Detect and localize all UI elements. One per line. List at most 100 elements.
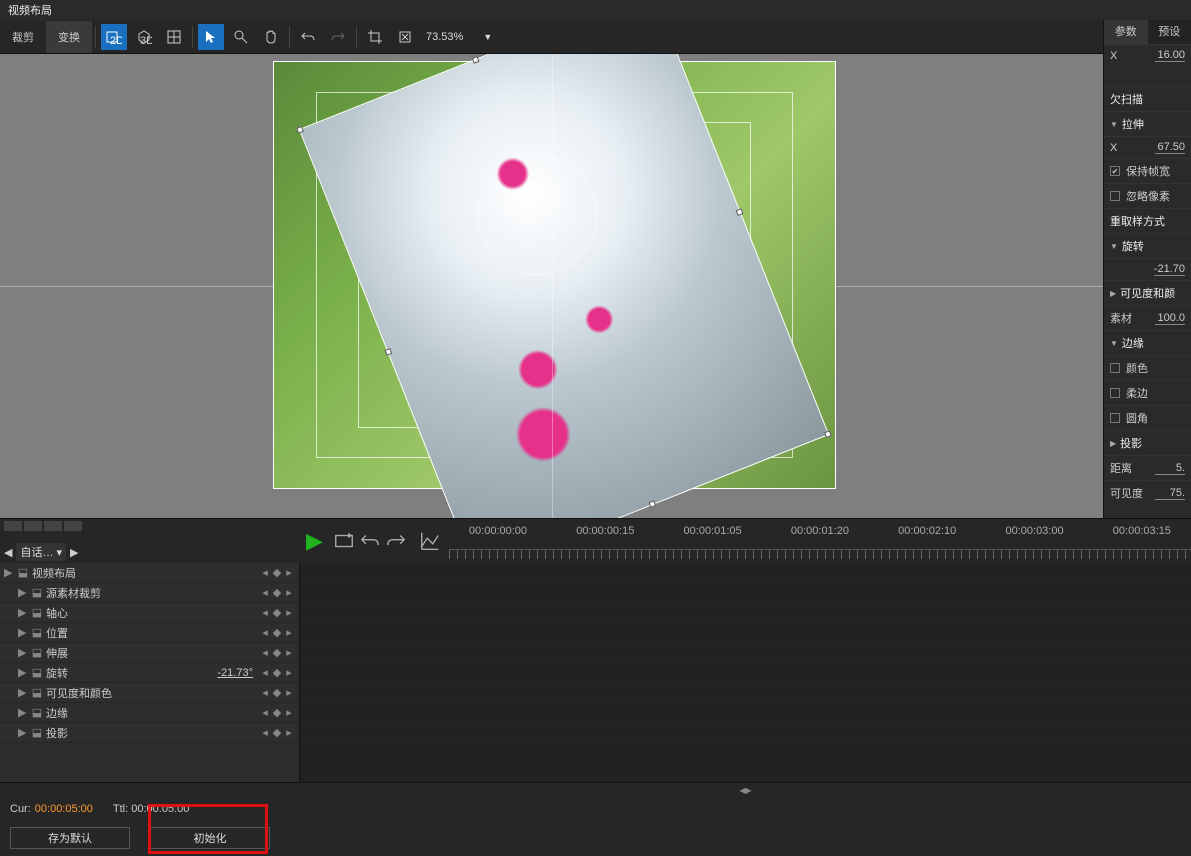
prop-edge-round[interactable]: 圆角 [1104, 405, 1191, 430]
expand-icon[interactable]: ▶ [18, 726, 30, 739]
add-kf[interactable]: ◆ [271, 666, 283, 679]
prev-kf[interactable]: ◂ [259, 666, 271, 679]
prev-kf[interactable]: ◂ [259, 566, 271, 579]
resize-handle[interactable] [648, 500, 656, 508]
next-kf[interactable]: ▸ [283, 726, 295, 739]
zoom-tool[interactable] [228, 24, 254, 50]
prev-kf[interactable]: ◂ [259, 646, 271, 659]
value-rotation[interactable]: -21.70 [1154, 263, 1185, 276]
expand-icon[interactable]: ▶ [18, 706, 30, 719]
track-lane[interactable] [300, 623, 1191, 643]
delete-button[interactable] [392, 24, 418, 50]
loop-button[interactable] [333, 530, 355, 552]
cur-time[interactable]: 00:00:05:00 [35, 803, 93, 815]
crop-icon-button[interactable] [362, 24, 388, 50]
expand-icon[interactable]: ▶ [18, 646, 30, 659]
track-header[interactable]: ▶⬓视频布局◂◆▸ [0, 563, 299, 583]
tab-presets[interactable]: 预设 [1148, 20, 1191, 44]
keyframe-icon[interactable]: ⬓ [30, 626, 44, 639]
keyframe-icon[interactable]: ⬓ [30, 686, 44, 699]
checkbox-icon[interactable] [1110, 363, 1120, 373]
resize-handle[interactable] [472, 56, 480, 64]
keyframe-icon[interactable]: ⬓ [30, 606, 44, 619]
track-lane[interactable] [300, 603, 1191, 623]
section-stretch[interactable]: ▼拉伸 [1104, 111, 1191, 136]
section-edge[interactable]: ▼边缘 [1104, 330, 1191, 355]
track-value[interactable]: -21.73° [217, 667, 259, 679]
ttl-time[interactable]: 00:00:05:00 [131, 803, 189, 815]
track-header[interactable]: ▶⬓轴心◂◆▸ [0, 603, 299, 623]
checkbox-icon[interactable] [1110, 166, 1120, 176]
track-header[interactable]: ▶⬓伸展◂◆▸ [0, 643, 299, 663]
prev-kf[interactable]: ◂ [259, 686, 271, 699]
undo-button[interactable] [295, 24, 321, 50]
mode-2d-button[interactable]: 2D [101, 24, 127, 50]
next-kf[interactable]: ▸ [283, 666, 295, 679]
mode-dropdown[interactable]: 自话… ▾ [16, 543, 66, 561]
value-x[interactable]: 16.00 [1155, 49, 1185, 62]
track-lane[interactable] [300, 683, 1191, 703]
section-visibility[interactable]: ▶可见度和颜 [1104, 280, 1191, 305]
checkbox-icon[interactable] [1110, 413, 1120, 423]
prev-kf[interactable]: ◂ [259, 706, 271, 719]
zoom-display[interactable]: 73.53%▼ [426, 31, 492, 43]
redo-button[interactable] [325, 24, 351, 50]
value-stretch-x[interactable]: 67.50 [1155, 141, 1185, 154]
prev-button[interactable]: ◀ [4, 546, 12, 559]
add-kf[interactable]: ◆ [271, 646, 283, 659]
expand-icon[interactable]: ▶ [18, 666, 30, 679]
section-rotation[interactable]: ▼旋转 [1104, 233, 1191, 258]
prev-kf[interactable]: ◂ [259, 726, 271, 739]
save-default-button[interactable]: 存为默认 [10, 827, 130, 849]
next-kf[interactable]: ▸ [283, 646, 295, 659]
reset-button[interactable]: 初始化 [150, 827, 270, 849]
time-ruler[interactable]: 00:00:00:0000:00:00:1500:00:01:0500:00:0… [449, 519, 1191, 563]
expand-icon[interactable]: ▶ [18, 586, 30, 599]
add-kf[interactable]: ◆ [271, 586, 283, 599]
track-header[interactable]: ▶⬓位置◂◆▸ [0, 623, 299, 643]
prop-edge-color[interactable]: 颜色 [1104, 355, 1191, 380]
prev-kf[interactable]: ◂ [259, 606, 271, 619]
checkbox-icon[interactable] [1110, 191, 1120, 201]
tab-transform[interactable]: 变换 [46, 21, 92, 53]
timeline-scroll[interactable]: ◀▶ [300, 782, 1191, 798]
add-kf[interactable]: ◆ [271, 626, 283, 639]
track-lane[interactable] [300, 703, 1191, 723]
value-visibility2[interactable]: 75. [1155, 487, 1185, 500]
mode-3d-button[interactable]: 3D [131, 24, 157, 50]
canvas[interactable] [0, 54, 1103, 518]
keyframe-icon[interactable]: ⬓ [30, 646, 44, 659]
next-kf[interactable]: ▸ [283, 686, 295, 699]
prev-kf[interactable]: ◂ [259, 626, 271, 639]
track-lane[interactable] [300, 563, 1191, 583]
next-button[interactable]: ▶ [70, 546, 78, 559]
track-header[interactable]: ▶⬓旋转-21.73°◂◆▸ [0, 663, 299, 683]
keyframe-icon[interactable]: ⬓ [30, 666, 44, 679]
prop-edge-soft[interactable]: 柔边 [1104, 380, 1191, 405]
play-button[interactable]: ▶ [306, 528, 323, 554]
track-header[interactable]: ▶⬓投影◂◆▸ [0, 723, 299, 743]
value-distance[interactable]: 5. [1155, 462, 1185, 475]
keyframe-icon[interactable]: ⬓ [30, 726, 44, 739]
tab-params[interactable]: 参数 [1104, 20, 1148, 44]
redo-kf-button[interactable] [385, 530, 407, 552]
checkbox-icon[interactable] [1110, 388, 1120, 398]
track-header[interactable]: ▶⬓边缘◂◆▸ [0, 703, 299, 723]
section-resample[interactable]: 重取样方式 [1104, 208, 1191, 233]
expand-icon[interactable]: ▶ [18, 686, 30, 699]
track-lane[interactable] [300, 583, 1191, 603]
add-kf[interactable]: ◆ [271, 706, 283, 719]
track-lane[interactable] [300, 643, 1191, 663]
track-header[interactable]: ▶⬓可见度和颜色◂◆▸ [0, 683, 299, 703]
grid-button[interactable] [161, 24, 187, 50]
keyframe-icon[interactable]: ⬓ [30, 706, 44, 719]
prop-keep-ratio[interactable]: 保持帧宽 [1104, 158, 1191, 183]
next-kf[interactable]: ▸ [283, 606, 295, 619]
keyframe-icon[interactable]: ⬓ [16, 566, 30, 579]
prop-ignore-par[interactable]: 忽略像素 [1104, 183, 1191, 208]
track-header[interactable]: ▶⬓源素材裁剪◂◆▸ [0, 583, 299, 603]
next-kf[interactable]: ▸ [283, 586, 295, 599]
resize-handle[interactable] [384, 348, 392, 356]
select-tool[interactable] [198, 24, 224, 50]
video-frame[interactable] [273, 61, 836, 489]
